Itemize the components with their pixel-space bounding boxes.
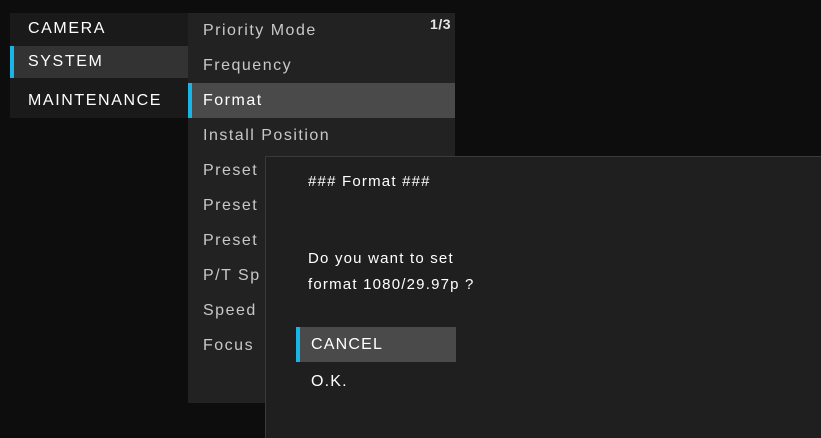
menu-item-label: MAINTENANCE bbox=[28, 92, 163, 109]
menu-item-camera[interactable]: CAMERA bbox=[10, 13, 188, 45]
submenu-item-install-position[interactable]: Install Position bbox=[188, 118, 455, 153]
submenu-item-label: P/T Sp bbox=[203, 267, 261, 284]
submenu-item-label: Format bbox=[203, 92, 263, 109]
cancel-button[interactable]: CANCEL bbox=[296, 327, 456, 362]
selection-indicator bbox=[188, 83, 192, 118]
submenu-item-label: Priority Mode bbox=[203, 22, 317, 39]
submenu-item-label: Install Position bbox=[203, 127, 331, 144]
menu-item-maintenance[interactable]: MAINTENANCE bbox=[10, 85, 188, 117]
selection-indicator bbox=[10, 46, 14, 78]
dialog-title: ### Format ### bbox=[308, 173, 431, 190]
main-menu: CAMERA SYSTEM MAINTENANCE bbox=[10, 13, 188, 118]
submenu-item-label: Preset bbox=[203, 232, 259, 249]
format-confirm-dialog: ### Format ### Do you want to set format… bbox=[265, 156, 821, 438]
submenu-item-label: Focus bbox=[203, 337, 255, 354]
ok-button[interactable]: O.K. bbox=[296, 364, 456, 399]
submenu-item-format[interactable]: Format bbox=[188, 83, 455, 118]
submenu-item-label: Preset bbox=[203, 197, 259, 214]
dialog-message-line-1: Do you want to set bbox=[308, 250, 454, 267]
submenu-item-label: Preset bbox=[203, 162, 259, 179]
ok-button-label: O.K. bbox=[311, 373, 348, 390]
cancel-button-label: CANCEL bbox=[311, 336, 384, 353]
screen: CAMERA SYSTEM MAINTENANCE 1/3 Priority M… bbox=[0, 0, 821, 438]
submenu-item-label: Frequency bbox=[203, 57, 293, 74]
selection-indicator bbox=[296, 327, 300, 362]
submenu-item-priority-mode[interactable]: Priority Mode bbox=[188, 13, 455, 48]
menu-item-label: SYSTEM bbox=[28, 53, 104, 70]
submenu-item-frequency[interactable]: Frequency bbox=[188, 48, 455, 83]
menu-item-label: CAMERA bbox=[28, 20, 107, 37]
dialog-message-line-2: format 1080/29.97p ? bbox=[308, 276, 475, 293]
submenu-item-label: Speed bbox=[203, 302, 257, 319]
menu-item-system[interactable]: SYSTEM bbox=[10, 46, 188, 78]
